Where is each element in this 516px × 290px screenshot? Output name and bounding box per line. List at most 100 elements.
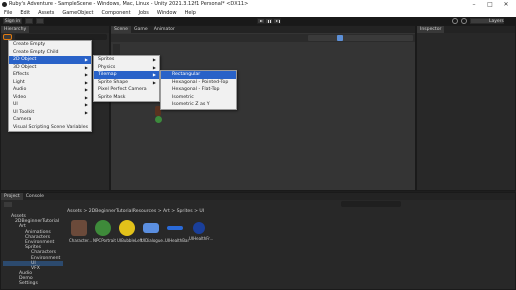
asset-item[interactable]: NPCPortrait [93, 220, 116, 243]
chevron-right-icon: ▶ [84, 94, 88, 100]
tab-inspector[interactable]: Inspector [417, 26, 445, 33]
asset-item[interactable]: UIBubbleLeft [117, 220, 143, 243]
tilemap-submenu: Rectangular Hexagonal - Pointed-Top Hexa… [160, 70, 237, 110]
project-add-button[interactable] [4, 202, 12, 207]
scene-toolbar [111, 34, 415, 42]
npc-thumbnail-icon [95, 220, 111, 236]
menu-item-hexagonal-pointed-top[interactable]: Hexagonal - Pointed-Top [161, 79, 236, 87]
project-folder-tree: Assets 2DBeginnerTutorial Art Animations… [3, 214, 63, 286]
menu-item-2d-object[interactable]: 2D Object ▶ [9, 56, 91, 64]
menu-item-3d-object[interactable]: 3D Object ▶ [9, 64, 91, 72]
inspector-panel: Inspector [416, 25, 516, 191]
tab-project[interactable]: Project [1, 193, 23, 200]
inspector-tabbar: Inspector [417, 26, 515, 33]
asset-label: UIDialogue... [141, 238, 167, 243]
menu-item-visual-scripting-scene-variables[interactable]: Visual Scripting Scene Variables [9, 124, 91, 132]
tab-hierarchy[interactable]: Hierarchy [1, 26, 30, 33]
chevron-right-icon: ▶ [84, 64, 88, 70]
asset-item[interactable]: Character... [69, 220, 93, 243]
chevron-right-icon: ▶ [84, 57, 88, 62]
asset-item[interactable]: UIDialogue... [141, 220, 167, 243]
scene-tabbar: Scene Game Animator [111, 26, 415, 33]
pause-icon[interactable] [265, 18, 273, 24]
menu-item-pixel-perfect-camera[interactable]: Pixel Perfect Camera [94, 86, 159, 94]
menu-help[interactable]: Help [185, 9, 196, 17]
play-icon[interactable] [257, 18, 265, 24]
maximize-button[interactable]: □ [483, 0, 497, 9]
npc-sprite-icon[interactable] [155, 116, 162, 123]
menu-item-tilemap[interactable]: Tilemap ▶ [94, 71, 159, 79]
menu-edit[interactable]: Edit [20, 9, 30, 17]
menu-bar: File Edit Assets GameObject Component Jo… [0, 9, 516, 17]
search-icon[interactable] [461, 18, 467, 24]
history-icon[interactable] [452, 18, 458, 24]
asset-item[interactable]: UIHealthBar [165, 220, 189, 243]
menu-window[interactable]: Window [157, 9, 177, 17]
asset-label: UIHealthBar [165, 238, 190, 243]
chevron-right-icon: ▶ [84, 79, 88, 85]
menu-item-physics[interactable]: Physics ▶ [94, 64, 159, 72]
menu-item-effects[interactable]: Effects ▶ [9, 71, 91, 79]
chevron-right-icon: ▶ [152, 64, 156, 70]
menu-item-sprite-mask[interactable]: Sprite Mask [94, 94, 159, 102]
menu-item-video[interactable]: Video ▶ [9, 94, 91, 102]
bubble-thumbnail-icon [119, 220, 135, 236]
gizmo-tools[interactable] [308, 35, 413, 41]
menu-item-hexagonal-flat-top[interactable]: Hexagonal - Flat-Top [161, 86, 236, 94]
breadcrumb[interactable]: Assets > 2DBeginnerTutorialResources > A… [67, 209, 204, 214]
asset-label: NPCPortrait [93, 238, 116, 243]
menu-assets[interactable]: Assets [38, 9, 54, 17]
chevron-right-icon: ▶ [84, 72, 88, 77]
signin-button[interactable]: Sign in [3, 18, 22, 24]
hierarchy-tabbar: Hierarchy [1, 26, 109, 33]
close-button[interactable]: ✕ [499, 0, 513, 9]
menu-item-sprite-shape[interactable]: Sprite Shape ▶ [94, 79, 159, 87]
chevron-right-icon: ▶ [152, 72, 156, 77]
scene-2d-toggle-icon[interactable] [337, 35, 343, 41]
asset-label: UIHealthFr... [189, 236, 214, 241]
chevron-right-icon: ▶ [152, 79, 156, 85]
menu-gameobject[interactable]: GameObject [62, 9, 93, 17]
unity-logo-icon [2, 2, 7, 7]
healthframe-thumbnail-icon [193, 222, 205, 234]
project-panel: Project Console Assets 2DBeginnerTutoria… [0, 192, 516, 290]
project-tabbar: Project Console [1, 193, 515, 200]
asset-label: UIBubbleLeft [117, 238, 143, 243]
asset-item[interactable]: UIHealthFr... [189, 220, 213, 241]
chevron-right-icon: ▶ [84, 109, 88, 115]
tab-scene[interactable]: Scene [111, 26, 132, 33]
menu-item-isometric[interactable]: Isometric [161, 94, 236, 102]
chevron-right-icon: ▶ [84, 87, 88, 92]
healthbar-thumbnail-icon [167, 226, 183, 230]
menu-item-create-empty[interactable]: Create Empty [9, 41, 91, 49]
gameobject-context-menu: Create Empty Create Empty Child 2D Objec… [8, 40, 92, 132]
tree-item[interactable]: Settings [3, 281, 63, 286]
menu-item-audio[interactable]: Audio ▶ [9, 86, 91, 94]
main-toolbar: Sign in Layers [0, 17, 516, 25]
title-bar: Ruby's Adventure - SampleScene - Windows… [0, 0, 516, 9]
tab-console[interactable]: Console [23, 193, 47, 200]
minimize-button[interactable]: – [467, 0, 481, 9]
character-thumbnail-icon [71, 220, 87, 236]
menu-item-create-empty-child[interactable]: Create Empty Child [9, 49, 91, 57]
menu-item-isometric-z-as-y[interactable]: Isometric Z as Y [161, 101, 236, 109]
chevron-right-icon: ▶ [84, 102, 88, 107]
menu-component[interactable]: Component [102, 9, 131, 17]
menu-item-light[interactable]: Light ▶ [9, 79, 91, 87]
menu-item-ui[interactable]: UI ▶ [9, 101, 91, 109]
cloud-icon[interactable] [25, 18, 33, 24]
tab-animator[interactable]: Animator [151, 26, 178, 33]
step-icon[interactable] [273, 18, 281, 24]
menu-item-rectangular[interactable]: Rectangular [161, 71, 236, 79]
project-search-field[interactable] [341, 201, 401, 207]
layers-dropdown[interactable]: Layers [470, 18, 504, 24]
menu-file[interactable]: File [4, 9, 12, 17]
menu-item-sprites[interactable]: Sprites ▶ [94, 56, 159, 64]
menu-item-ui-toolkit[interactable]: UI Toolkit ▶ [9, 109, 91, 117]
tab-game[interactable]: Game [131, 26, 151, 33]
menu-jobs[interactable]: Jobs [139, 9, 149, 17]
asset-label: Character... [69, 238, 93, 243]
collab-icon[interactable] [36, 18, 44, 24]
scene-panel: Scene Game Animator [110, 25, 416, 191]
menu-item-camera[interactable]: Camera [9, 116, 91, 124]
